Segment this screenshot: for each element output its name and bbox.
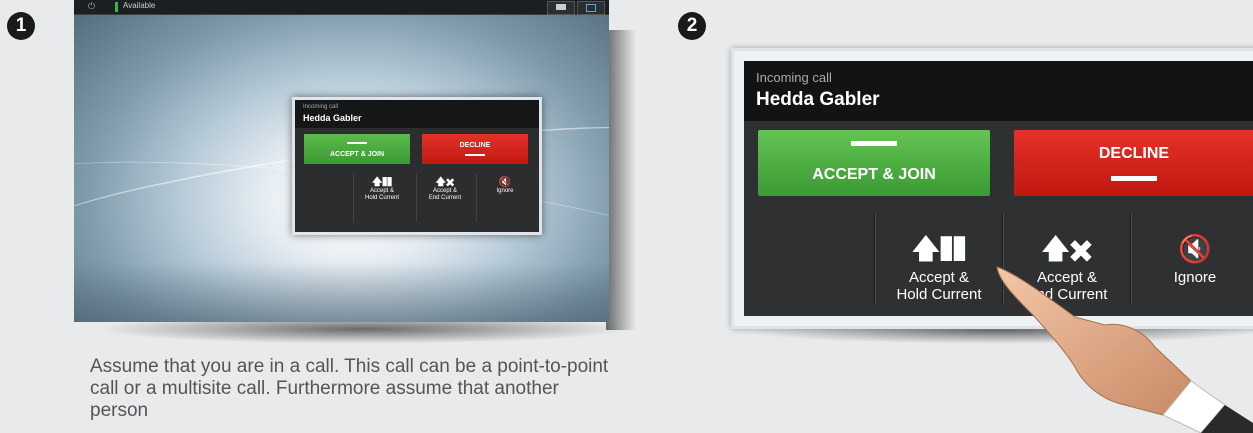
ignore-button[interactable]: 🔇 Ignore [476, 170, 534, 226]
accept-bar-icon [347, 142, 367, 144]
accept-hold-line2: Hold Current [896, 286, 982, 303]
dialog-header: Incoming call Hedda Gabler [744, 61, 1253, 121]
accept-hold-button[interactable]: 🡅❚❚ Accept & Hold Current [876, 213, 1002, 309]
accept-join-button[interactable]: ACCEPT & JOIN [758, 130, 990, 196]
decline-button[interactable]: DECLINE [422, 134, 528, 164]
accept-end-button[interactable]: 🡅✖ Accept & End Current [416, 170, 474, 226]
decline-label: DECLINE [1098, 145, 1170, 162]
dialog-header: Incoming call Hedda Gabler [295, 100, 539, 128]
top-status-bar: ⏻ Available [74, 0, 609, 15]
accept-join-label: ACCEPT & JOIN [812, 166, 936, 183]
power-icon[interactable]: ⏻ [88, 2, 97, 11]
pointing-hand-icon [996, 266, 1253, 433]
incoming-call-label: Incoming call [303, 104, 339, 110]
accept-end-icon: 🡅✖ [435, 177, 455, 188]
decline-label: DECLINE [459, 142, 491, 149]
step-caption: Assume that you are in a call. This call… [90, 356, 609, 421]
camera-button[interactable] [547, 1, 575, 15]
touch-screen-1: ⏻ Available Incoming call Hedda Gabler A… [74, 0, 609, 322]
accept-hold-line1: Accept & [369, 188, 394, 194]
decline-bar-icon [1111, 176, 1157, 181]
decline-bar-icon [465, 154, 485, 156]
caller-name: Hedda Gabler [303, 113, 362, 123]
ignore-label: Ignore [496, 188, 514, 194]
ignore-icon: 🔇 [498, 177, 512, 188]
incoming-call-label: Incoming call [756, 70, 832, 85]
step-number-2: 2 [678, 12, 706, 40]
accept-hold-icon: 🡅❚❚ [372, 177, 392, 188]
accept-hold-button[interactable]: 🡅❚❚ Accept & Hold Current [353, 170, 411, 226]
accept-hold-line1: Accept & [908, 269, 970, 286]
accept-bar-icon [851, 141, 897, 146]
screen-side-shadow [606, 30, 636, 330]
step-number-1: 1 [7, 12, 35, 40]
share-screen-icon [586, 4, 596, 12]
caller-name: Hedda Gabler [756, 89, 880, 110]
background-fade [74, 262, 609, 322]
accept-hold-line2: Hold Current [364, 195, 399, 201]
accept-hold-icon: 🡅❚❚ [912, 234, 966, 264]
accept-end-line1: Accept & [432, 188, 457, 194]
share-button[interactable] [577, 1, 605, 15]
status-indicator [115, 2, 118, 12]
incoming-call-dialog: Incoming call Hedda Gabler ACCEPT & JOIN… [292, 97, 542, 235]
accept-join-button[interactable]: ACCEPT & JOIN [304, 134, 410, 164]
status-text: Available [123, 1, 156, 10]
accept-join-label: ACCEPT & JOIN [329, 151, 385, 158]
call-options-row: 🡅❚❚ Accept & Hold Current 🡅✖ Accept & En… [295, 170, 539, 226]
decline-button[interactable]: DECLINE [1014, 130, 1253, 196]
accept-end-line2: End Current [428, 195, 462, 201]
camera-icon [556, 4, 566, 10]
